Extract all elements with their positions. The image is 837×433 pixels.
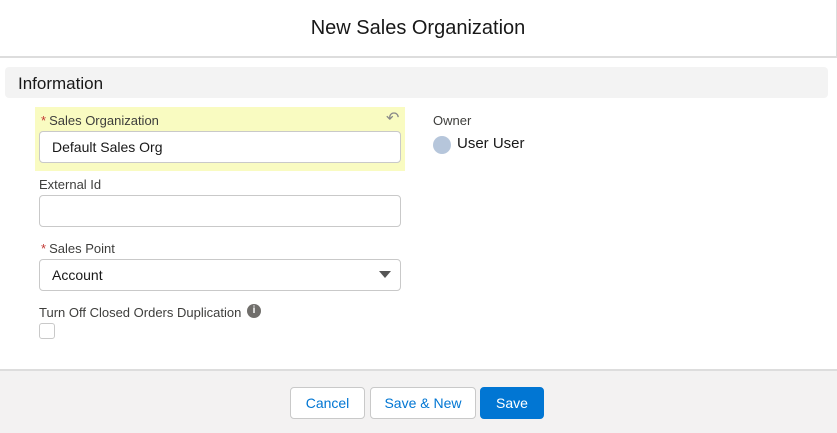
modal-header: New Sales Organization — [0, 0, 837, 58]
sales-organization-label: * Sales Organization — [41, 113, 159, 128]
undo-icon[interactable]: ↶ — [386, 108, 399, 128]
sales-point-label: * Sales Point — [41, 241, 115, 256]
owner-link[interactable]: User User — [457, 135, 525, 152]
turn-off-label: Turn Off Closed Orders Duplication — [39, 305, 242, 320]
cancel-button[interactable]: Cancel — [290, 387, 365, 419]
modal-title: New Sales Organization — [310, 16, 526, 39]
external-id-input[interactable] — [39, 195, 401, 227]
info-icon[interactable]: i — [247, 304, 261, 318]
sales-organization-input[interactable]: Default Sales Org — [39, 131, 401, 163]
owner-label: Owner — [433, 113, 472, 128]
section-title: Information — [18, 74, 104, 93]
chevron-down-icon — [379, 271, 391, 278]
external-id-label: External Id — [39, 177, 102, 192]
section-information[interactable]: Information — [5, 67, 828, 98]
save-new-button[interactable]: Save & New — [370, 387, 476, 419]
turn-off-checkbox[interactable] — [39, 323, 55, 339]
user-avatar-icon — [433, 136, 451, 154]
sales-point-select[interactable]: Account — [39, 259, 401, 291]
save-button[interactable]: Save — [480, 387, 544, 419]
